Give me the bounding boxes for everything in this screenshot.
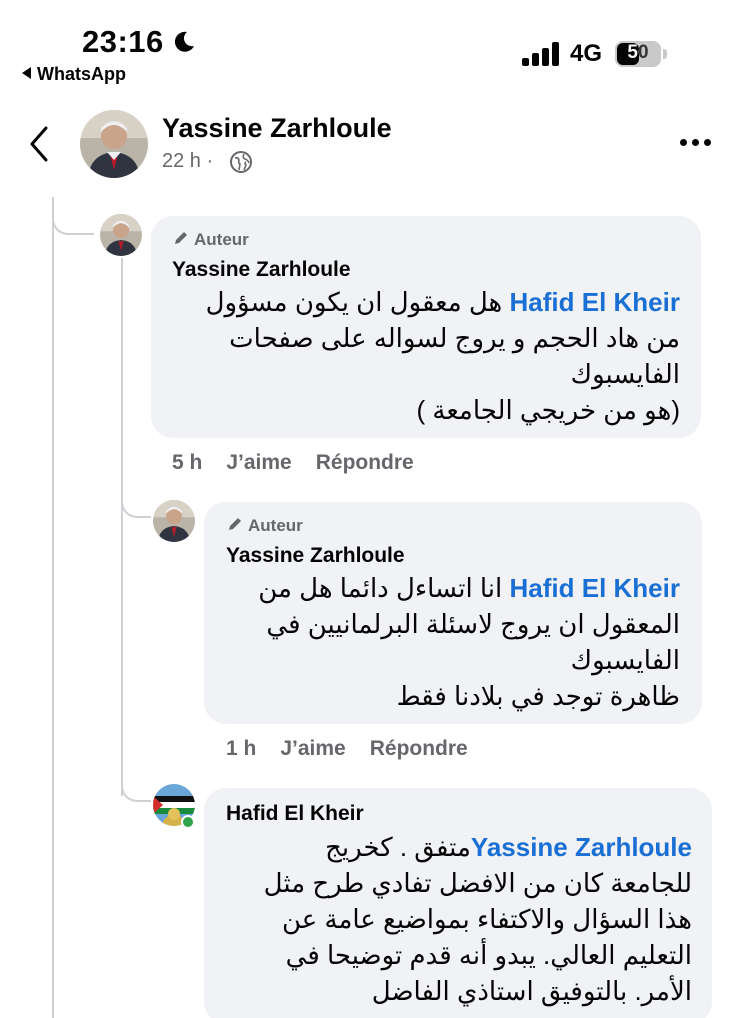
moon-icon — [174, 31, 194, 52]
comment-text: Hafid El Kheir هل معقول ان يكون مسؤول من… — [206, 284, 680, 428]
comment-line: الفايسبوك — [570, 359, 680, 389]
status-time: 23:16 — [82, 24, 164, 59]
network-type: 4G — [570, 40, 603, 67]
battery-icon: 50 — [615, 41, 661, 67]
reply-button[interactable]: Répondre — [316, 451, 414, 474]
comment-time: 1 h — [226, 737, 257, 760]
author-badge-label: Auteur — [248, 516, 303, 535]
comment-line: الأمر. بالتوفيق استاذي الفاضل — [371, 976, 692, 1006]
thread-line — [121, 258, 123, 796]
author-badge: Auteur — [226, 515, 303, 536]
comment-author-name[interactable]: Hafid El Kheir — [226, 802, 364, 826]
like-button[interactable]: J’aime — [280, 737, 345, 760]
comment-line: التعليم العالي. يبدو أنه قدم توضيحا في — [285, 940, 692, 970]
comment-actions: 1 h J’aime Répondre — [226, 737, 492, 761]
post-time: 22 h · — [162, 150, 214, 172]
comment-actions: 5 h J’aime Répondre — [172, 451, 438, 475]
status-bar: 23:16 WhatsApp 4G 50 — [0, 0, 736, 95]
author-badge-label: Auteur — [194, 230, 249, 249]
more-icon[interactable] — [678, 133, 714, 151]
reply-button[interactable]: Répondre — [370, 737, 468, 760]
comment-text: Hafid El Kheir انا اتساءل دائما هل من ال… — [258, 570, 680, 714]
comment-line: للجامعة كان من الافضل تفادي طرح مثل — [263, 868, 692, 898]
pencil-icon — [175, 232, 187, 244]
chevron-left-icon[interactable] — [26, 124, 52, 164]
thread-connector — [121, 470, 151, 518]
comment-author-name[interactable]: Yassine Zarhloule — [226, 544, 405, 568]
globe-icon — [230, 151, 252, 173]
back-app-label: WhatsApp — [37, 64, 126, 84]
like-button[interactable]: J’aime — [226, 451, 291, 474]
battery-level: 50 — [627, 42, 649, 63]
signal-icon — [522, 42, 562, 66]
pencil-icon — [229, 518, 241, 530]
comment-time: 5 h — [172, 451, 203, 474]
comment-author-name[interactable]: Yassine Zarhloule — [172, 258, 351, 282]
comment-line: الفايسبوك — [570, 645, 680, 675]
mention-link[interactable]: Yassine Zarhloule — [471, 832, 692, 862]
comment-line: هل معقول ان يكون مسؤول — [205, 287, 503, 317]
comment-line: هذا السؤال والاكتفاء بمواضيع عامة عن — [281, 904, 692, 934]
comment-line: ظاهرة توجد في بلادنا فقط — [396, 681, 680, 711]
battery-tip — [663, 49, 667, 59]
thread-connector — [121, 758, 151, 802]
thread-connector — [52, 197, 94, 235]
avatar[interactable] — [80, 110, 148, 178]
comment-text: Yassine Zarhlouleمتفق . كخريج للجامعة كا… — [264, 829, 692, 1009]
mention-link[interactable]: Hafid El Kheir — [510, 287, 680, 317]
comment-line: المعقول ان يروج لاسئلة البرلمانيين في — [266, 609, 680, 639]
mention-link[interactable]: Hafid El Kheir — [510, 573, 680, 603]
back-to-app-link[interactable]: WhatsApp — [22, 64, 126, 85]
comment-avatar[interactable] — [100, 214, 142, 256]
post-author-name[interactable]: Yassine Zarhloule — [162, 113, 392, 144]
author-badge: Auteur — [172, 229, 249, 250]
thread-line — [52, 197, 54, 1018]
comment-line: انا اتساءل دائما هل من — [258, 573, 503, 603]
comment-line: متفق . كخريج — [325, 832, 471, 862]
comment-avatar[interactable] — [153, 500, 195, 542]
back-triangle-icon — [22, 67, 31, 79]
online-dot — [181, 815, 195, 829]
comment-line: من هاد الحجم و يروج لسواله على صفحات — [229, 323, 680, 353]
comment-line: (هو من خريجي الجامعة ) — [416, 395, 680, 425]
